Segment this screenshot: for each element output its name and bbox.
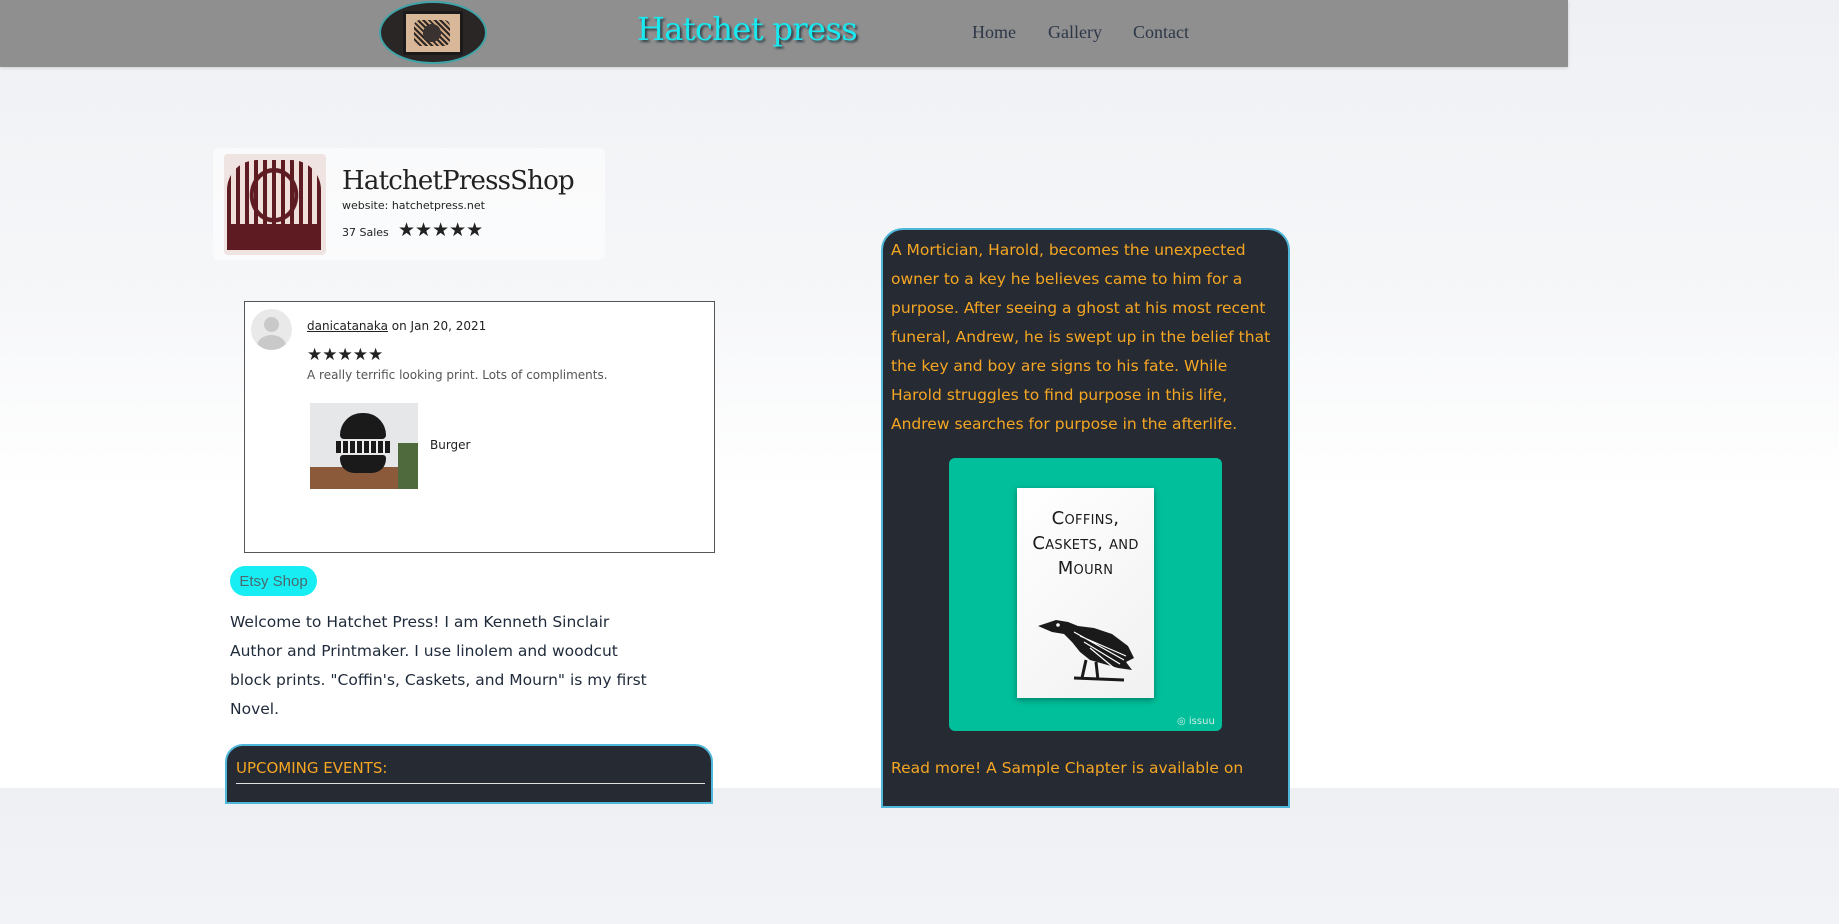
review-text: A really terrific looking print. Lots of… (307, 368, 608, 382)
product-name[interactable]: Burger (430, 438, 471, 452)
shop-sales-count: 37 Sales (342, 226, 389, 239)
product-image-burger-mid (336, 441, 390, 453)
etsy-shop-button[interactable]: Etsy Shop (230, 566, 317, 596)
site-title: Hatchet press (637, 10, 858, 48)
read-more-text: Read more! A Sample Chapter is available… (891, 759, 1244, 777)
upcoming-events-panel: UPCOMING EVENTS: (225, 744, 713, 804)
product-image-plant (398, 443, 418, 489)
raven-illustration (1038, 620, 1134, 682)
site-header: Hatchet press Home Gallery Contact (0, 0, 1568, 67)
product-image-burger-bottom (340, 455, 386, 473)
shop-website: website: hatchetpress.net (342, 199, 485, 212)
book-description: A Mortician, Harold, becomes the unexpec… (891, 241, 1271, 433)
issuu-logo-mark[interactable]: ◎ issuu (1177, 716, 1215, 727)
review-date: on Jan 20, 2021 (387, 319, 487, 333)
logo[interactable] (379, 1, 487, 64)
nav-contact[interactable]: Contact (1133, 22, 1189, 43)
upcoming-events-divider (236, 783, 705, 784)
shop-avatar[interactable] (224, 154, 326, 255)
upcoming-events-title: UPCOMING EVENTS: (236, 759, 388, 777)
nav-gallery[interactable]: Gallery (1048, 22, 1102, 43)
welcome-text: Welcome to Hatchet Press! I am Kenneth S… (230, 613, 647, 718)
shop-avatar-art-base (227, 224, 321, 250)
logo-image (403, 10, 463, 55)
shop-name[interactable]: HatchetPressShop (342, 166, 575, 196)
review-meta: danicatanaka on Jan 20, 2021 (307, 319, 486, 333)
issuu-logo-text: issuu (1188, 716, 1215, 727)
book-cover-title: Coffins, Caskets, and Mourn (1032, 508, 1139, 579)
raven-eye (1056, 623, 1060, 627)
reviewer-link[interactable]: danicatanaka (307, 319, 388, 333)
nav-home[interactable]: Home (972, 22, 1016, 43)
product-image-burger-top (340, 413, 386, 439)
product-image[interactable] (310, 403, 418, 489)
shop-rating-stars: ★★★★★ (398, 219, 484, 241)
reviewer-avatar-icon (251, 309, 292, 350)
review-rating-stars: ★★★★★ (307, 345, 384, 365)
